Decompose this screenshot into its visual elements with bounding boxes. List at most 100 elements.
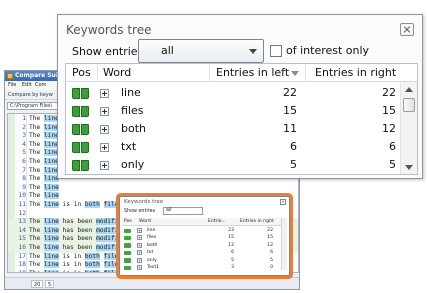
line-text-segment: The — [29, 140, 44, 148]
expand-icon[interactable] — [100, 143, 109, 152]
line-text: The line has been modified. — [29, 218, 130, 227]
line-text: The line — [29, 166, 59, 176]
left-count-cell: 11 — [283, 122, 297, 135]
table-row[interactable]: txt 6 6 — [66, 138, 401, 156]
line-text-segment: is in — [58, 261, 85, 269]
mini-table-row[interactable]: + line 23 22 — [122, 227, 281, 234]
screenshot-stage: Compare Suite File Edit Com Compare by k… — [0, 0, 428, 293]
mini-right-count-cell: 12 — [267, 242, 273, 248]
mini-left-count-cell: 12 — [228, 242, 234, 248]
line-text-segment: The — [29, 115, 44, 122]
book-icon — [72, 88, 90, 99]
line-text-segment: The — [29, 261, 44, 269]
line-text-segment: is in — [58, 201, 85, 208]
expand-icon[interactable]: + — [137, 257, 142, 263]
expand-icon[interactable]: + — [137, 250, 142, 256]
right-count-cell: 12 — [382, 122, 396, 135]
mini-word-cell: txt — [147, 250, 154, 256]
status-bar: 20 5 — [5, 277, 299, 289]
expand-icon[interactable]: + — [137, 265, 142, 270]
line-number: 3 — [22, 132, 26, 140]
mini-show-entries-select[interactable]: all — [163, 207, 203, 215]
expand-icon[interactable]: + — [137, 242, 142, 248]
line-text-segment: The — [29, 183, 44, 191]
mini-left-count-cell: 3 — [231, 265, 234, 270]
scroll-down-icon[interactable] — [405, 165, 413, 170]
mini-table-row[interactable]: + files 15 15 — [122, 234, 281, 241]
line-text: The line — [29, 175, 59, 184]
chevron-down-icon — [249, 49, 257, 54]
vertical-scrollbar[interactable] — [400, 82, 417, 174]
line-number: 6 — [22, 158, 26, 165]
line-text-segment: The — [29, 252, 44, 260]
header-word[interactable]: Word — [103, 64, 131, 82]
show-entries-select[interactable]: all — [138, 39, 264, 63]
line-text-segment: The — [29, 235, 44, 243]
line-number: 5 — [22, 149, 26, 157]
table-header: Pos Word Entries in left Entries in righ… — [66, 64, 417, 82]
mini-table-row[interactable]: + Text1 3 0 — [122, 264, 281, 271]
header-separator[interactable] — [305, 64, 306, 82]
line-text: The line is in both files. — [29, 201, 126, 210]
word-cell: only — [121, 158, 145, 171]
line-text-segment — [100, 270, 104, 272]
table-row[interactable]: files 15 15 — [66, 102, 401, 120]
right-count-cell: 6 — [389, 140, 396, 153]
menu-item-compare[interactable]: Com — [35, 81, 46, 90]
mini-header-word[interactable]: Word — [139, 218, 151, 226]
mini-table-row[interactable]: + txt 6 6 — [122, 249, 281, 256]
mini-right-count-cell: 5 — [270, 257, 273, 263]
mini-word-cell: files — [147, 235, 157, 241]
mini-header-left[interactable]: Entrie... — [208, 218, 226, 226]
table-row[interactable]: both 11 12 — [66, 120, 401, 138]
header-separator[interactable] — [97, 64, 98, 82]
line-text: The line — [29, 192, 59, 201]
mini-left-count-cell: 5 — [231, 257, 234, 263]
line-text: The line — [29, 123, 59, 133]
mini-table-row[interactable]: + both 12 12 — [122, 242, 281, 249]
header-entries-left[interactable]: Entries in left — [216, 64, 289, 82]
close-icon[interactable] — [400, 23, 414, 36]
line-text-segment: The — [29, 270, 44, 272]
scroll-up-icon[interactable] — [405, 87, 413, 92]
line-text: The line — [29, 158, 59, 167]
line-text-segment: The — [29, 158, 44, 165]
mini-panel-title: Keywords tree — [124, 199, 164, 205]
mini-header-pos[interactable]: Pos — [124, 218, 132, 226]
book-icon — [72, 160, 90, 171]
header-separator[interactable] — [209, 64, 210, 82]
table-row[interactable]: line 22 22 — [66, 84, 401, 102]
word-cell: line — [121, 86, 141, 99]
mini-header-right[interactable]: Entries in right — [240, 218, 274, 226]
mini-left-count-cell: 6 — [231, 250, 234, 256]
mini-show-entries-label: Show entries — [124, 209, 156, 214]
scrollbar-thumb[interactable] — [403, 98, 415, 112]
expand-icon[interactable] — [100, 125, 109, 134]
mini-table-row[interactable]: + only 5 5 — [122, 257, 281, 264]
expand-icon[interactable]: + — [137, 235, 142, 241]
header-pos[interactable]: Pos — [72, 64, 91, 82]
mini-right-count-cell: 6 — [270, 250, 273, 256]
book-icon — [72, 142, 90, 153]
of-interest-only-checkbox[interactable] — [270, 45, 282, 57]
mini-scrollbar[interactable] — [281, 218, 287, 270]
mini-word-cell: line — [147, 228, 156, 233]
expand-icon[interactable]: + — [137, 228, 142, 233]
word-cell: txt — [121, 140, 137, 153]
keywords-table: Pos Word Entries in left Entries in righ… — [65, 63, 418, 175]
expand-icon[interactable] — [100, 89, 109, 98]
line-text-segment: The — [29, 132, 44, 140]
compare-by-keywords-button[interactable]: Compare by keyw — [8, 90, 53, 100]
line-number: 19 — [15, 270, 27, 272]
header-entries-right[interactable]: Entries in right — [315, 64, 396, 82]
mini-close-icon[interactable]: × — [280, 199, 286, 205]
app-logo-icon — [7, 73, 13, 79]
expand-icon[interactable] — [100, 107, 109, 116]
table-row[interactable]: only 5 5 — [66, 156, 401, 174]
expand-icon[interactable] — [100, 161, 109, 170]
menu-item-edit[interactable]: Edit — [22, 81, 32, 90]
right-count-cell: 22 — [382, 86, 396, 99]
menu-item-file[interactable]: File — [8, 81, 16, 90]
of-interest-only-label[interactable]: of interest only — [286, 43, 369, 59]
editor-line[interactable]: 9 The line — [8, 183, 298, 193]
